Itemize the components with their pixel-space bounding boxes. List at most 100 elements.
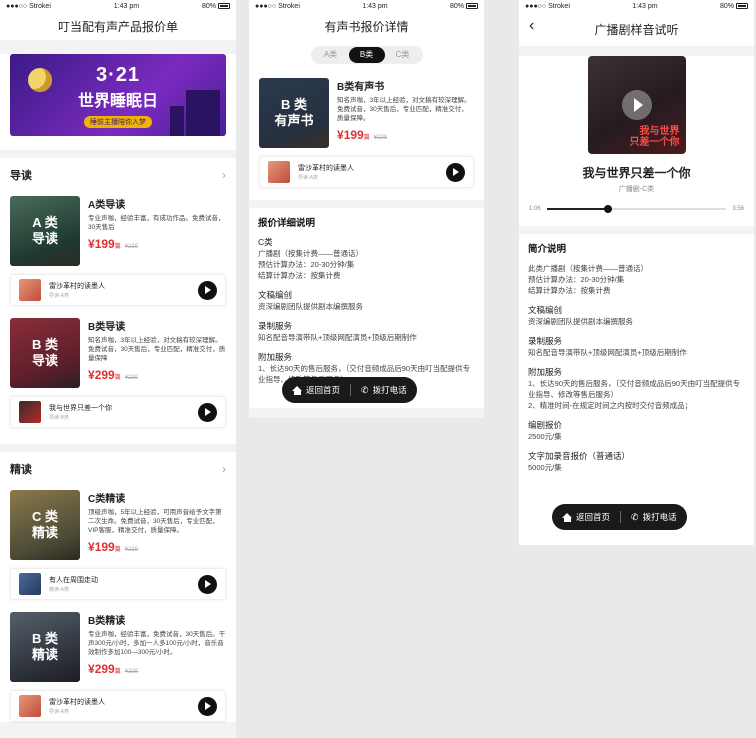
play-icon[interactable] [621,90,652,120]
play-icon[interactable] [198,402,217,422]
back-arrow-icon[interactable]: ‹ [529,18,534,34]
sample-title: 有人在周围走动 [49,577,98,584]
product-name: B类有声书 [337,82,385,93]
price: ¥299篇 ¥220 [88,662,139,676]
sample-cover [19,695,41,717]
sample-title: 我与世界只差一个你 [49,405,112,412]
product-desc: 知名声咖，3年以上经验，对文稿有较深理解。免费试音，30天售后，专业匹配，精准交… [337,97,471,122]
chevron-right-icon: › [222,462,226,476]
product-name: A类导读 [88,200,126,211]
original-price: ¥220 [124,375,139,381]
category-tabs: A类 B类 C类 [249,40,484,70]
product-cover: C 类 精读 [10,490,80,560]
sample-player[interactable]: 雷沙革村的读墨人 导读-A类 [259,156,474,188]
moon-icon [28,68,52,92]
bottom-action-bar: 返回首页 ✆ 拨打电话 [282,377,417,403]
product-desc: 顶级声咖，5年以上经验，可用声音给予文字第二次生命。免费试音，30天售后，专业匹… [88,509,222,534]
play-icon[interactable] [198,280,217,300]
play-icon[interactable] [446,162,465,182]
sample-cover [268,161,290,183]
play-icon[interactable] [198,574,217,594]
product-item[interactable]: A 类 导读 A类导读 专业声咖，经验丰富，有成功作品。免费试音，30天售后 ¥… [0,192,236,274]
home-icon [292,385,302,395]
sample-cover [19,279,41,301]
progress-knob[interactable] [603,205,612,213]
clock: 1:43 pm [113,2,140,10]
tab-b[interactable]: B类 [348,47,385,63]
battery-icon [218,3,230,9]
playback-progress: 1:06 3:56 [519,205,754,213]
nav-bar: 叮当配有声产品报价单 [0,12,236,40]
track-title: 我与世界只差一个你 [582,166,691,180]
product-cover: B 类 精读 [10,612,80,682]
banner-tagline: 睡前主播陪你入梦 [84,116,152,128]
product-name: B类导读 [88,322,126,333]
product-item[interactable]: C 类 精读 C类精读 顶级声咖，5年以上经验，可用声音给予文字第二次生命。免费… [0,486,236,568]
section-title: 精读 [10,464,32,476]
sample-player[interactable]: 有人在周围走动 精读-A类 [10,568,226,600]
product-item[interactable]: B 类 导读 B类导读 知名声咖，3年以上经验，对文稿有较深理解。免费试音，30… [0,314,236,396]
price: ¥199篇 ¥220 [88,237,139,251]
carrier: ●●●○○ Strokei [255,2,300,10]
promo-banner[interactable]: 3·21 世界睡眠日 睡前主播陪你入梦 [10,54,226,136]
battery-icon [736,3,748,9]
product-name: C类精读 [88,494,126,505]
sample-subtitle: 导读-A类 [49,293,70,299]
call-button[interactable]: ✆ 拨打电话 [351,384,417,396]
product-cover: A 类 导读 [10,196,80,266]
sample-player[interactable]: 我与世界只差一个你 导读-B类 [10,396,226,428]
home-button[interactable]: 返回首页 [282,384,350,396]
sample-player[interactable]: 雷沙革村的读墨人 导读-A类 [10,690,226,722]
section-jingdu: 精读 › C 类 精读 C类精读 顶级声咖，5年以上经验，可用声音给予文字第二次… [0,452,236,722]
phone-icon: ✆ [631,511,639,522]
original-price: ¥220 [124,669,139,675]
chevron-right-icon: › [222,168,226,182]
sample-subtitle: 精读-A类 [49,587,70,593]
home-button[interactable]: 返回首页 [552,511,620,523]
carrier: ●●●○○ Strokei [525,2,570,10]
intro-title: 简介说明 [528,244,567,255]
bottom-action-bar: 返回首页 ✆ 拨打电话 [552,504,687,530]
audiobook-detail-screen: ●●●○○ Strokei 1:43 pm 80% 有声书报价详情 A类 B类 … [249,0,484,418]
product-item: B 类 有声书 B类有声书 知名声咖，3年以上经验，对文稿有较深理解。免费试音，… [249,70,484,156]
sample-title: 雷沙革村的读墨人 [49,699,105,706]
sample-subtitle: 导读-B类 [49,415,70,421]
total-time: 3:56 [732,206,744,212]
album-cover: 我与世界 只差一个你 [587,56,686,154]
tab-a[interactable]: A类 [313,47,349,63]
progress-bar[interactable] [546,205,727,213]
battery-icon [466,3,478,9]
product-name: B类精读 [88,616,126,627]
price: ¥199篇 ¥220 [88,540,139,554]
phone-icon: ✆ [361,384,369,395]
product-desc: 专业声咖，经验丰富，免费试音，30天售后。干声300元/小时，多加一人多100元… [88,631,226,656]
sample-subtitle: 导读-A类 [49,709,70,715]
battery-percent: 80% [201,2,216,10]
product-item[interactable]: B 类 精读 B类精读 专业声咖，经验丰富，免费试音，30天售后。干声300元/… [0,608,236,690]
sample-title: 雷沙革村的读墨人 [298,165,354,172]
radio-drama-preview-screen: ●●●○○ Strokei 1:43 pm 80% ‹ 广播剧样音试听 我与世界… [519,0,754,545]
current-time: 1:06 [529,206,541,212]
clock: 1:43 pm [632,2,658,10]
status-bar: ●●●○○ Strokei 1:43 pm 80% [0,0,236,12]
battery-percent: 80% [449,2,464,10]
original-price: ¥220 [124,244,139,250]
price-list-screen: ●●●○○ Strokei 1:43 pm 80% 叮当配有声产品报价单 3·2… [0,0,236,738]
section-header[interactable]: 精读 › [0,452,236,486]
product-cover: B 类 有声书 [259,78,329,148]
clock: 1:43 pm [362,2,388,10]
product-desc: 知名声咖，3年以上经验，对文稿有较深理解。免费试音，30天售后，专业匹配，精准交… [88,337,226,362]
call-button[interactable]: ✆ 拨打电话 [621,511,687,523]
status-bar: ●●●○○ Strokei 1:43 pm 80% [519,0,754,12]
section-title: 导读 [10,170,32,182]
building-icon [186,90,220,136]
product-desc: 专业声咖，经验丰富，有成功作品。免费试音，30天售后 [88,215,225,231]
tab-c[interactable]: C类 [385,47,421,63]
play-icon[interactable] [198,696,217,716]
page-title: 叮当配有声产品报价单 [57,19,178,34]
sample-cover [19,573,41,595]
page-title: 有声书报价详情 [324,19,409,34]
sample-player[interactable]: 雷沙革村的读墨人 导读-A类 [10,274,226,306]
section-header[interactable]: 导读 › [0,158,236,192]
sample-cover [19,401,41,423]
